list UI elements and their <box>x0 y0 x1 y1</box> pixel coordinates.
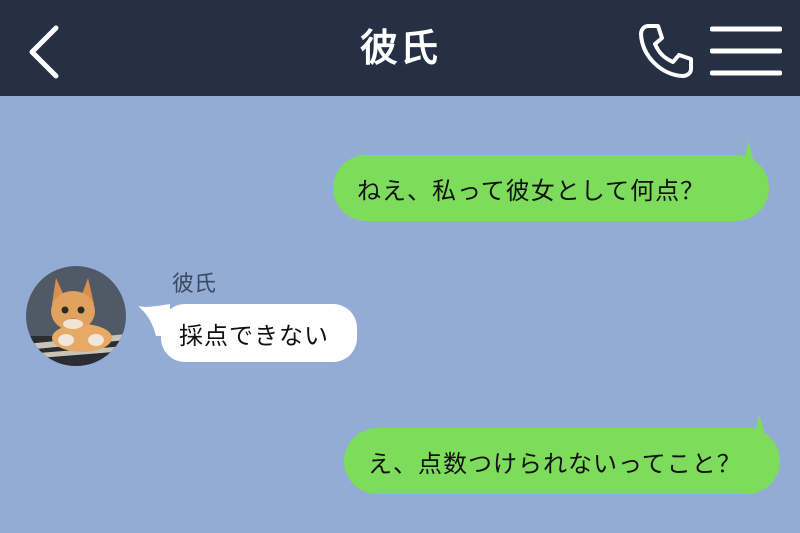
message-bubble-sent: え、点数つけられないってこと？ <box>344 428 780 494</box>
message-bubble-received: 採点できない <box>161 304 357 362</box>
avatar[interactable] <box>26 266 126 366</box>
hamburger-menu-icon[interactable] <box>710 24 782 78</box>
kitten-avatar-icon <box>26 266 126 366</box>
sender-name: 彼氏 <box>172 272 217 297</box>
message-bubble-sent: ねえ、私って彼女として何点？ <box>333 155 769 221</box>
message-text: ねえ、私って彼女として何点？ <box>357 176 706 205</box>
chat-header: 彼氏 <box>0 0 800 96</box>
phone-icon[interactable] <box>634 20 696 82</box>
message-text: え、点数つけられないってこと？ <box>368 449 742 478</box>
message-text: 採点できない <box>179 321 329 350</box>
